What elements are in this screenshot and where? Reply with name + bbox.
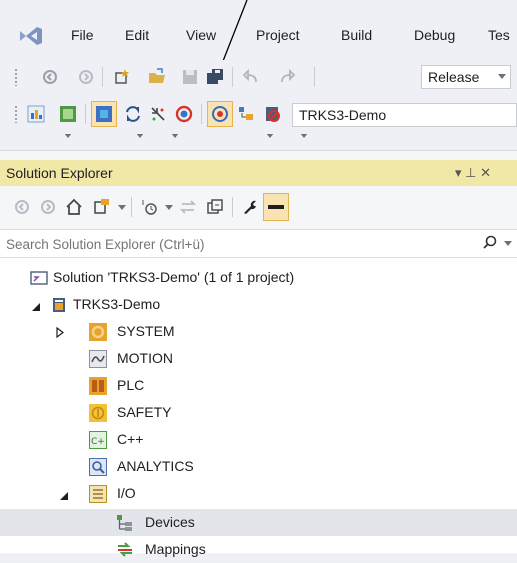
tree-item-label: C++ — [117, 431, 144, 447]
window-pin-controls[interactable]: ▾ ⊥ ✕ — [455, 165, 491, 181]
tree-item-label: SYSTEM — [117, 323, 175, 339]
standard-toolbar: Release — [0, 60, 517, 138]
tree-item-project[interactable]: TRKS3-Demo — [0, 291, 517, 318]
devices-icon — [117, 515, 132, 531]
tree-item-safety[interactable]: SAFETY — [0, 399, 517, 426]
toolbar-separator — [85, 104, 86, 124]
views-dropdown-icon[interactable] — [118, 205, 126, 210]
tree-item-devices[interactable]: Devices — [0, 509, 517, 536]
tree-item-label: PLC — [117, 377, 145, 393]
gear-icon — [89, 323, 107, 341]
collapse-all-icon[interactable] — [205, 197, 225, 217]
svg-text:C+: C+ — [91, 437, 105, 447]
project-icon — [53, 298, 65, 312]
target-system-select[interactable]: TRKS3-Demo — [292, 103, 517, 127]
reload-devices-icon[interactable] — [123, 104, 143, 124]
tree-item-system[interactable]: SYSTEM — [0, 318, 517, 345]
tree-item-plc[interactable]: PLC — [0, 372, 517, 399]
undo-icon[interactable] — [242, 67, 262, 87]
motion-icon — [89, 350, 107, 368]
open-folder-icon[interactable] — [147, 67, 167, 87]
filter-dropdown-icon[interactable] — [165, 205, 173, 210]
forward-icon[interactable] — [38, 197, 58, 217]
tree-item-label: SAFETY — [117, 404, 172, 420]
tree-item-label: Solution 'TRKS3-Demo' (1 of 1 project) — [53, 269, 295, 285]
tree-item-label: ANALYTICS — [117, 458, 194, 474]
plc-icon — [89, 377, 107, 395]
toolbar-separator — [102, 67, 103, 87]
toolbar-separator — [232, 67, 233, 87]
search-icon[interactable] — [482, 235, 498, 251]
tree-item-label: MOTION — [117, 350, 173, 366]
tree-item-cpp[interactable]: C+ C++ — [0, 426, 517, 453]
mappings-icon — [118, 542, 132, 557]
back-icon[interactable] — [12, 197, 32, 217]
expanded-arrow-icon[interactable] — [32, 303, 41, 312]
save-icon[interactable] — [180, 67, 200, 87]
tree-item-label: TRKS3-Demo — [73, 296, 161, 312]
solution-tree: Solution 'TRKS3-Demo' (1 of 1 project) T… — [0, 258, 517, 557]
properties-wrench-icon[interactable] — [240, 197, 260, 217]
search-input[interactable] — [4, 233, 448, 255]
show-online-data-icon — [212, 106, 228, 122]
twincat-toolbar: TRKS3-Demo — [0, 94, 517, 134]
tree-item-label: I/O — [117, 485, 136, 501]
analytics-icon — [89, 458, 107, 476]
config-mode-icon — [96, 106, 112, 122]
toolbar-separator — [201, 104, 202, 124]
toolbar-grip[interactable] — [14, 68, 19, 86]
redo-icon[interactable] — [276, 67, 296, 87]
safety-icon — [89, 404, 107, 422]
disable-targets-icon[interactable] — [262, 104, 282, 124]
restart-run-mode-icon[interactable] — [58, 104, 78, 124]
tree-item-mappings[interactable]: Mappings — [0, 536, 517, 563]
tree-item-label: Devices — [145, 514, 195, 530]
home-icon[interactable] — [64, 197, 84, 217]
toolbar-separator — [314, 67, 315, 87]
new-project-icon[interactable] — [112, 67, 132, 87]
toolbar-separator — [232, 197, 233, 217]
solution-explorer-search-box — [0, 229, 517, 258]
tree-item-solution[interactable]: Solution 'TRKS3-Demo' (1 of 1 project) — [0, 264, 517, 291]
tree-item-analytics[interactable]: ANALYTICS — [0, 453, 517, 480]
save-all-icon[interactable] — [205, 67, 225, 87]
configuration-dropdown-icon[interactable] — [498, 74, 506, 79]
toolbar-grip[interactable] — [14, 105, 19, 123]
search-options-dropdown-icon[interactable] — [504, 241, 512, 246]
preview-selected-items-icon — [268, 205, 284, 209]
navigate-back-icon[interactable] — [40, 67, 60, 87]
solution-explorer-title: Solution Explorer — [6, 165, 113, 181]
expanded-arrow-icon[interactable] — [60, 492, 69, 501]
tree-item-label: Mappings — [145, 541, 206, 557]
activate-configuration-icon[interactable] — [26, 104, 46, 124]
sort-icon[interactable] — [236, 104, 256, 124]
solution-icon — [30, 271, 48, 285]
sync-with-active-document-icon[interactable] — [178, 197, 198, 217]
tree-item-io[interactable]: I/O — [0, 480, 517, 507]
scan-icon[interactable] — [148, 104, 168, 124]
toggle-free-run-icon[interactable] — [174, 104, 194, 124]
solution-explorer-toolbar — [0, 186, 517, 228]
switch-views-icon[interactable] — [92, 197, 112, 217]
navigate-forward-icon[interactable] — [76, 67, 96, 87]
cpp-icon: C+ — [89, 431, 107, 449]
collapsed-arrow-icon[interactable] — [56, 327, 64, 338]
pending-changes-filter-icon[interactable] — [140, 197, 160, 217]
io-icon — [89, 485, 107, 503]
toolbar-separator — [131, 197, 132, 217]
tree-item-motion[interactable]: MOTION — [0, 345, 517, 372]
